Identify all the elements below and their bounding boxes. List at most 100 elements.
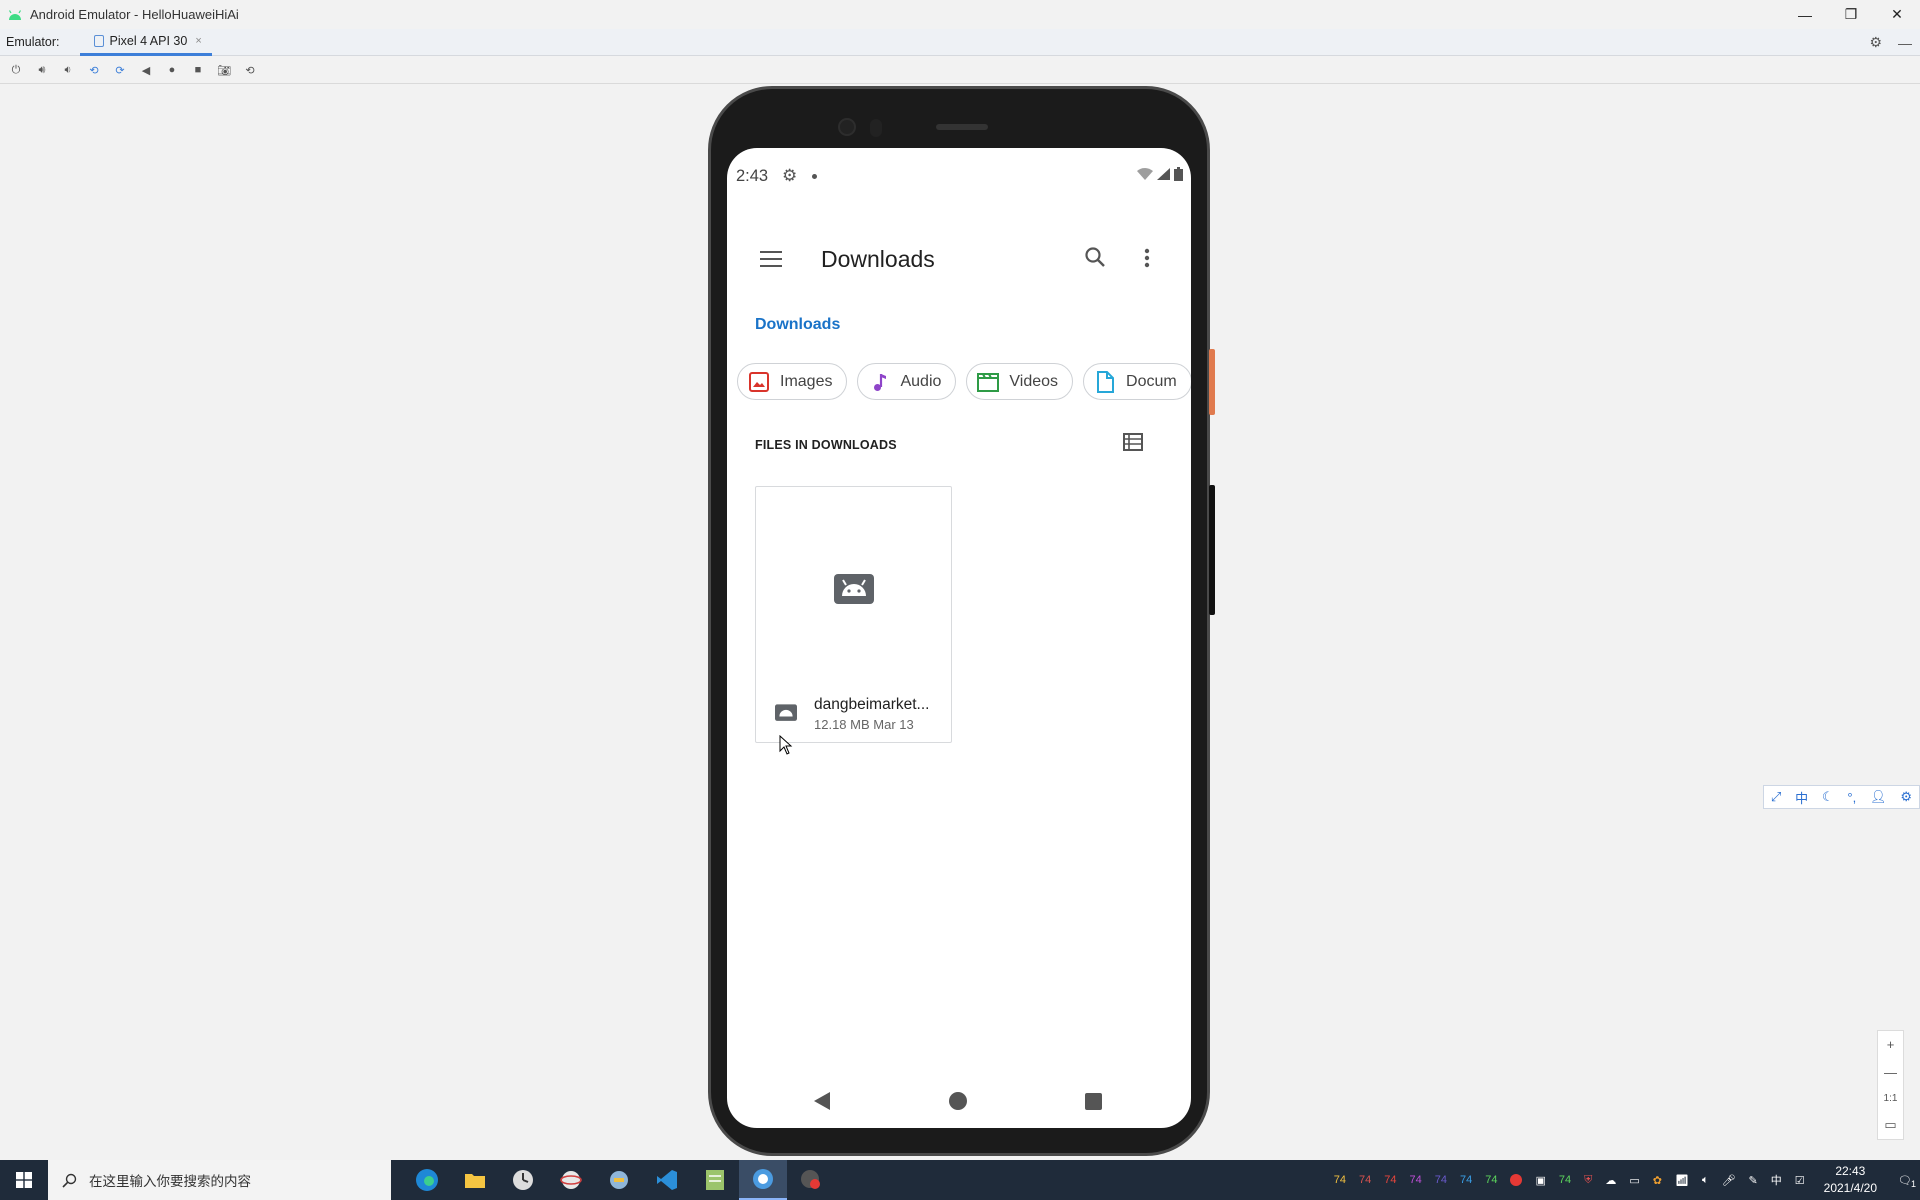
section-header: FILES IN DOWNLOADS — [755, 438, 897, 452]
tray-indicator[interactable]: 74 — [1334, 1174, 1346, 1186]
cell-signal-icon — [1157, 168, 1170, 180]
document-icon — [1094, 370, 1116, 393]
taskbar-clock-app[interactable] — [499, 1160, 547, 1200]
tray-indicator[interactable]: 74 — [1435, 1174, 1447, 1186]
taskbar-app-tools[interactable] — [595, 1160, 643, 1200]
chip-images[interactable]: Images — [737, 363, 848, 400]
tab-close-icon[interactable]: × — [195, 35, 201, 47]
record-icon[interactable] — [1510, 1174, 1523, 1186]
breadcrumb[interactable]: Downloads — [755, 316, 840, 334]
home-icon[interactable]: ● — [164, 62, 180, 78]
image-icon — [748, 371, 770, 393]
battery-tray-icon[interactable]: ▭ — [1629, 1174, 1639, 1187]
shield-icon[interactable]: ⛨ — [1584, 1174, 1592, 1187]
zoom-in-button[interactable]: + — [1887, 1037, 1895, 1052]
search-icon[interactable] — [1084, 246, 1106, 268]
close-window-button[interactable]: ✕ — [1874, 0, 1920, 29]
clock-icon — [513, 1170, 533, 1190]
start-button[interactable] — [0, 1160, 48, 1200]
filter-chips: Images Audio Videos Docum — [737, 363, 1191, 403]
settings-gear-icon[interactable]: ⚙ — [1869, 34, 1882, 51]
tray-indicator[interactable]: 74 — [1409, 1174, 1421, 1186]
tray-indicator[interactable]: 74 — [1359, 1174, 1371, 1186]
search-placeholder: 在这里输入你要搜索的内容 — [89, 1174, 251, 1189]
moon-icon[interactable]: ☾ — [1822, 789, 1834, 805]
zoom-actual-size-button[interactable]: 1:1 — [1884, 1093, 1898, 1104]
tray-indicator[interactable]: 74 — [1384, 1174, 1396, 1186]
tab-pixel-4-api-30[interactable]: Pixel 4 API 30 × — [79, 29, 212, 56]
taskbar-clock[interactable]: 22:43 2021/4/20 — [1824, 1163, 1877, 1197]
video-clapper-icon — [977, 371, 1000, 393]
ime-language-indicator[interactable]: 中 — [1771, 1172, 1782, 1188]
taskbar-app-globe[interactable] — [547, 1160, 595, 1200]
restore-button[interactable]: ❐ — [1828, 0, 1874, 29]
user-icon[interactable]: 👤︎ — [1870, 789, 1887, 805]
taskbar-search-box[interactable]: 在这里输入你要搜索的内容 — [48, 1160, 391, 1200]
taskbar-file-explorer[interactable] — [451, 1160, 499, 1200]
rotate-left-icon[interactable]: ⟲ — [86, 62, 102, 78]
minimize-button[interactable]: — — [1782, 0, 1828, 29]
earpiece-speaker — [936, 124, 988, 130]
chip-label: Docum — [1126, 372, 1177, 390]
snapshot-icon[interactable]: ⟲ — [242, 62, 258, 78]
cloud-icon[interactable]: ☁ — [1605, 1174, 1616, 1187]
ime-lang-button[interactable]: 中 — [1795, 788, 1808, 807]
checkbox-tray-icon[interactable]: ☑ — [1795, 1174, 1805, 1187]
back-icon[interactable]: ◀ — [138, 62, 154, 78]
power-icon[interactable]: ⏻ — [8, 62, 24, 78]
music-note-icon — [868, 371, 890, 393]
volume-side-button[interactable] — [1209, 485, 1215, 615]
screenshot-camera-icon[interactable]: 📷︎ — [216, 62, 232, 78]
globe-app-icon — [560, 1171, 582, 1189]
file-date: Mar 13 — [873, 717, 914, 732]
front-camera — [838, 118, 856, 136]
zoom-out-button[interactable]: — — [1884, 1065, 1897, 1080]
power-side-button[interactable] — [1209, 349, 1215, 415]
chip-audio[interactable]: Audio — [857, 363, 957, 400]
mouse-cursor-icon — [779, 735, 793, 755]
chip-videos[interactable]: Videos — [966, 363, 1074, 400]
tray-app-icon[interactable]: ▣ — [1535, 1174, 1545, 1187]
notification-center-icon[interactable]: 🗨︎ 1 — [1898, 1174, 1916, 1189]
punctuation-icon[interactable]: °, — [1847, 790, 1856, 805]
nav-recents-icon[interactable] — [1085, 1093, 1102, 1110]
overview-icon[interactable]: ■ — [190, 62, 206, 78]
pen-icon[interactable]: ✎ — [1749, 1174, 1758, 1187]
folder-icon — [465, 1174, 485, 1188]
emulator-toolbar: ⏻ 🔊︎ 🔉︎ ⟲ ⟳ ◀ ● ■ 📷︎ ⟲ — [0, 57, 1920, 84]
rotate-right-icon[interactable]: ⟳ — [112, 62, 128, 78]
tab-label: Pixel 4 API 30 — [109, 33, 188, 48]
nav-back-icon[interactable] — [814, 1092, 830, 1110]
chip-documents[interactable]: Docum — [1083, 363, 1191, 400]
ime-settings-icon[interactable]: ⚙ — [1900, 789, 1912, 805]
chip-label: Videos — [1009, 372, 1059, 390]
volume-icon[interactable]: 🔈︎ — [1702, 1174, 1709, 1187]
taskbar-edge[interactable] — [403, 1160, 451, 1200]
taskbar-recorder[interactable] — [787, 1160, 835, 1200]
page-title: Downloads — [821, 246, 935, 272]
nav-home-icon[interactable] — [949, 1092, 967, 1110]
volume-up-icon[interactable]: 🔊︎ — [34, 62, 50, 78]
tray-indicator[interactable]: 74 — [1485, 1174, 1497, 1186]
windows-taskbar: 在这里输入你要搜索的内容 74 74 74 74 74 74 74 ▣ 74 ⛨… — [0, 1160, 1920, 1200]
taskbar-vscode[interactable] — [643, 1160, 691, 1200]
volume-down-icon[interactable]: 🔉︎ — [60, 62, 76, 78]
zoom-fit-icon[interactable]: ▭ — [1884, 1117, 1896, 1133]
tray-indicator[interactable]: 74 — [1460, 1174, 1472, 1186]
ime-mode-icon[interactable]: ⤢ — [1771, 789, 1781, 805]
hamburger-menu-icon[interactable] — [760, 251, 782, 267]
android-logo-icon — [8, 9, 22, 20]
taskbar-android-studio[interactable] — [739, 1160, 787, 1200]
notification-count: 1 — [1910, 1178, 1916, 1189]
microphone-icon[interactable]: 🎤︎ — [1722, 1174, 1736, 1187]
file-card[interactable]: dangbeimarket... 12.18 MB Mar 13 — [755, 486, 952, 743]
tray-app-icon[interactable]: ✿ — [1653, 1174, 1662, 1187]
hide-panel-icon[interactable]: — — [1898, 35, 1912, 51]
wifi-icon[interactable]: 📶︎ — [1675, 1174, 1689, 1187]
taskbar-notes[interactable] — [691, 1160, 739, 1200]
list-view-toggle-icon[interactable] — [1123, 433, 1143, 451]
app-bar: Downloads — [727, 208, 1191, 308]
tray-indicator[interactable]: 74 — [1559, 1174, 1571, 1186]
file-size: 12.18 MB — [814, 717, 870, 732]
more-vert-icon[interactable] — [1144, 248, 1150, 268]
